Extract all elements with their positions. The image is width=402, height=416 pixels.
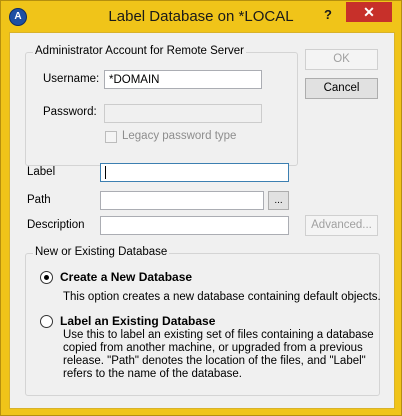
description-line: Use this to label an existing set of fil… xyxy=(63,329,374,341)
create-new-database-radio[interactable] xyxy=(40,271,53,284)
label-existing-database-radio[interactable] xyxy=(40,315,53,328)
username-label: Username: xyxy=(43,73,100,85)
admin-group-legend: Administrator Account for Remote Server xyxy=(33,45,246,57)
create-new-database-label[interactable]: Create a New Database xyxy=(60,270,192,284)
browse-path-button[interactable]: ... xyxy=(268,191,289,210)
advanced-button[interactable]: Advanced... xyxy=(305,215,378,236)
legacy-password-label: Legacy password type xyxy=(122,130,237,142)
path-input[interactable] xyxy=(100,191,264,210)
dialog-client-area: Administrator Account for Remote Server … xyxy=(9,32,395,409)
password-input[interactable] xyxy=(104,104,262,123)
path-label: Path xyxy=(27,194,51,206)
cancel-button[interactable]: Cancel xyxy=(305,78,378,99)
text-caret xyxy=(105,166,106,180)
label-input[interactable] xyxy=(100,163,289,182)
description-line: refers to the name of the database. xyxy=(63,368,243,380)
username-input[interactable]: *DOMAIN xyxy=(104,70,262,89)
dialog-window: A Label Database on *LOCAL ? ✕ Administr… xyxy=(0,0,402,416)
description-input[interactable] xyxy=(100,216,289,235)
label-existing-database-description: Use this to label an existing set of fil… xyxy=(63,329,374,381)
create-new-database-description: This option creates a new database conta… xyxy=(63,291,381,303)
description-label: Description xyxy=(27,219,85,231)
label-field-label: Label xyxy=(27,166,56,178)
radio-selected-dot xyxy=(44,275,49,280)
window-title: Label Database on *LOCAL xyxy=(108,8,294,25)
help-button[interactable]: ? xyxy=(315,5,341,25)
title-bar[interactable]: A Label Database on *LOCAL ? ✕ xyxy=(1,1,401,31)
password-label: Password: xyxy=(43,106,97,118)
legacy-password-checkbox[interactable] xyxy=(105,131,117,143)
ok-button[interactable]: OK xyxy=(305,49,378,70)
close-button[interactable]: ✕ xyxy=(346,2,392,22)
close-icon[interactable]: ✕ xyxy=(363,4,375,20)
description-line: release. "Path" denotes the location of … xyxy=(63,355,366,367)
description-line: copied from another machine, or upgraded… xyxy=(63,342,363,354)
label-existing-database-label[interactable]: Label an Existing Database xyxy=(60,314,215,328)
database-group-legend: New or Existing Database xyxy=(33,246,170,258)
